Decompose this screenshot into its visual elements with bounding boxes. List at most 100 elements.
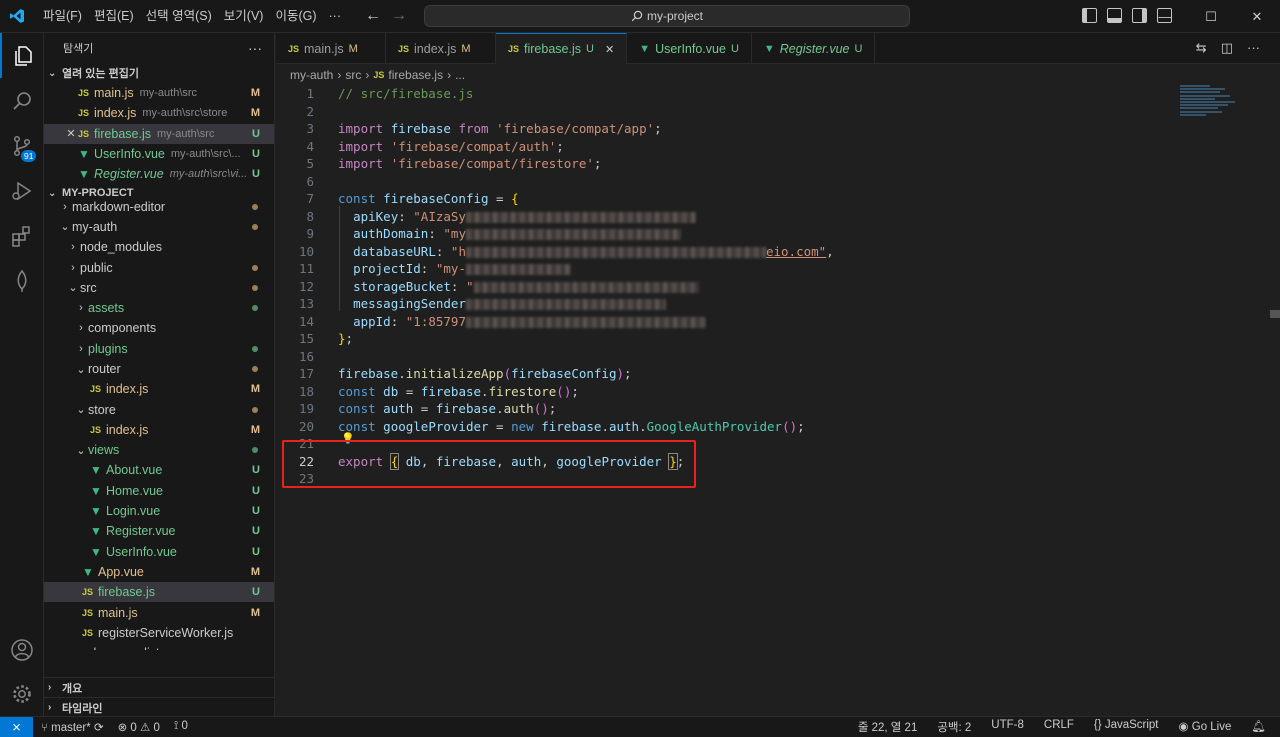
remote-indicator-icon[interactable]: ⨯ [0,716,33,737]
maximize-icon[interactable]: ☐ [1188,0,1234,33]
open-editor-item[interactable]: JS index.js my-auth\src\store M [44,103,274,123]
notifications-bell-icon[interactable]: 🔔︎ [1251,719,1266,735]
menu-selection[interactable]: 선택 영역(S) [140,0,218,33]
close-icon[interactable]: ✕ [64,127,78,140]
code-line-db: const db = firebase.firestore(); [338,383,579,399]
ports-indicator[interactable]: ⟟ 0 [174,720,188,734]
vertical-scrollbar[interactable] [1270,310,1280,318]
tree-item[interactable]: ▼ App.vue M [44,562,274,582]
menu-more[interactable]: ··· [323,0,348,33]
indentation[interactable]: 공백: 2 [937,719,971,735]
tree-item[interactable]: ▼ Register.vue U [44,521,274,541]
menu-go[interactable]: 이동(G) [269,0,322,33]
branch-name: master* [51,722,91,734]
vue-file-icon: ▼ [82,564,94,579]
tree-item[interactable]: ⌄ my-auth [44,217,274,237]
tab-userinfo-vue[interactable]: ▼ UserInfo.vue U [627,33,752,64]
go-live-label: Go Live [1191,721,1232,733]
tree-item[interactable]: › assets [44,298,274,318]
chevron-right-icon: › [447,68,452,82]
more-actions-icon[interactable]: ··· [1247,40,1260,56]
outline-header[interactable]: › 개요 [44,677,274,697]
accounts-icon[interactable] [0,627,44,672]
end-of-line[interactable]: CRLF [1044,719,1074,735]
tree-item[interactable]: ⌄ views [44,440,274,460]
toggle-primary-sidebar-icon[interactable] [1082,8,1097,23]
minimap[interactable] [1180,85,1240,125]
settings-gear-icon[interactable] [0,671,44,716]
split-editor-icon[interactable]: ◫ [1221,40,1233,56]
vue-file-icon: ▼ [78,167,90,182]
vue-file-icon: ▼ [78,147,90,162]
tree-item[interactable]: ⌄ src [44,278,274,298]
tree-item[interactable]: › node_modules [44,237,274,257]
extensions-icon[interactable] [0,213,44,258]
encoding[interactable]: UTF-8 [991,719,1024,735]
js-file-icon: JS [398,43,410,54]
compare-changes-icon[interactable]: ⇆ [1196,40,1207,56]
braces-icon: {} [1093,719,1102,731]
tree-item[interactable]: ▼ UserInfo.vue U [44,542,274,562]
breadcrumb-folder[interactable]: src [345,68,361,82]
tree-item[interactable]: › components [44,318,274,338]
tree-item[interactable]: › markdown-editor [44,196,274,216]
tree-item[interactable]: ▼ About.vue U [44,460,274,480]
language-mode[interactable]: {} JavaScript [1094,719,1159,735]
timeline-header[interactable]: › 타임라인 [44,697,274,716]
git-status-badge: U [252,545,260,558]
tree-item-name: About.vue [106,463,163,478]
git-status-badge: M [250,565,260,578]
js-file-icon: JS [373,70,385,80]
tree-item[interactable]: JS index.js M [44,420,274,440]
toggle-panel-icon[interactable] [1107,8,1122,23]
tree-item[interactable]: › public [44,257,274,277]
problems-indicator[interactable]: ⊗ 0 ⚠ 0 [118,720,160,734]
tree-item[interactable]: ⌄ store [44,399,274,419]
tab-main-js[interactable]: JS main.js M [276,33,386,64]
tree-item[interactable]: ▼ Login.vue U [44,501,274,521]
forward-arrow-icon[interactable]: → [391,7,407,25]
explorer-title: 탐색기 [63,43,94,55]
search-activity-icon[interactable] [0,78,44,123]
back-arrow-icon[interactable]: ← [365,7,381,25]
tree-item-name: UserInfo.vue [106,544,177,559]
open-editor-item[interactable]: ▼ UserInfo.vue my-auth\src\... U [44,144,274,164]
menu-view[interactable]: 보기(V) [218,0,270,33]
config-file-icon: ≡ [74,648,90,650]
open-editor-item[interactable]: JS main.js my-auth\src M [44,83,274,103]
tab-register-vue[interactable]: ▼ Register.vue U [752,33,876,64]
tree-item[interactable]: JS main.js M [44,602,274,622]
tree-item[interactable]: ≡.browserslistrc [44,643,274,650]
tree-item[interactable]: ⌄ router [44,359,274,379]
go-live-button[interactable]: ◉ Go Live [1179,719,1232,735]
breadcrumb-file[interactable]: firebase.js [388,68,443,82]
explorer-icon[interactable] [0,33,44,78]
menu-edit[interactable]: 편집(E) [88,0,140,33]
breadcrumb-folder[interactable]: my-auth [290,68,333,82]
cursor-position[interactable]: 줄 22, 열 21 [858,719,918,735]
tree-item[interactable]: ▼ Home.vue U [44,481,274,501]
tree-item[interactable]: JS firebase.js U [44,582,274,603]
command-center[interactable]: my-project [424,5,910,27]
source-control-icon[interactable]: 91 [0,123,44,168]
vue-file-icon: ▼ [90,504,102,519]
menu-file[interactable]: 파일(F) [37,0,88,33]
code-editor[interactable]: 1 2 3 4 5 6 7 8 9 10 11 12 13 14 15 16 17 18 19 20 21 22 23 //… [276,85,1280,716]
open-editor-item[interactable]: ✕ JS firebase.js my-auth\src U [44,123,274,144]
tree-item[interactable]: JS index.js M [44,379,274,399]
close-tab-icon[interactable]: ✕ [605,43,614,56]
git-status-dot [252,345,258,352]
open-editor-item[interactable]: ▼ Register.vue my-auth\src\vi... U [44,164,274,184]
mongodb-leaf-icon[interactable] [0,258,44,303]
tab-firebase-js[interactable]: JS firebase.js U ✕ [496,33,628,64]
more-actions-icon[interactable]: ··· [248,40,262,56]
breadcrumb-symbol[interactable]: ... [455,68,465,82]
branch-indicator[interactable]: ⑂ master* ⟳ [41,720,104,734]
minimize-icon[interactable]: — [1142,0,1188,33]
open-editors-header[interactable]: ⌄ 열려 있는 편집기 [44,63,274,83]
tab-index-js[interactable]: JS index.js M [386,33,496,64]
tree-item[interactable]: › plugins [44,339,274,359]
run-debug-icon[interactable] [0,168,44,213]
tree-item[interactable]: JS registerServiceWorker.js [44,623,274,643]
close-window-icon[interactable]: ✕ [1234,0,1280,33]
